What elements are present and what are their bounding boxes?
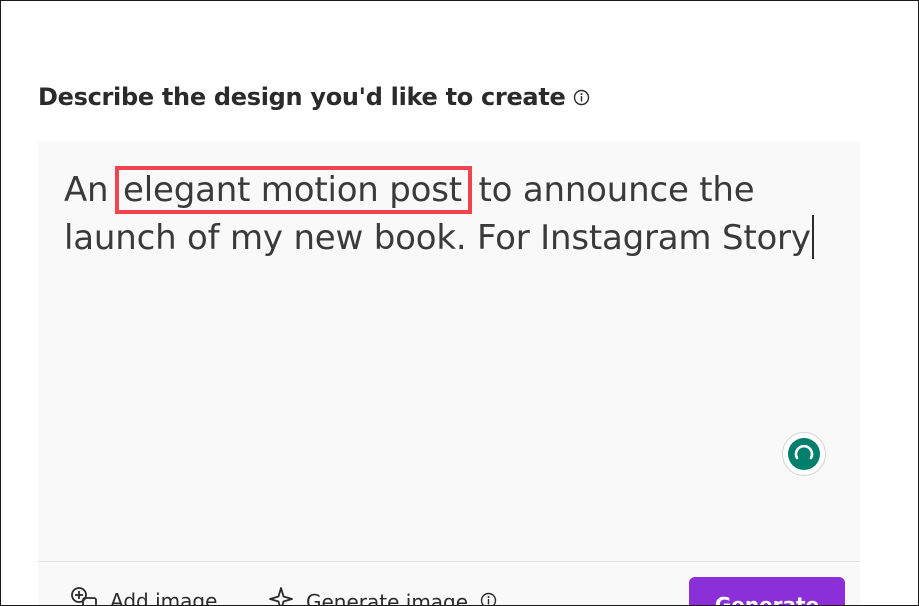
prompt-textarea[interactable]: An elegant motion post to announce the l… — [38, 142, 860, 562]
prompt-text[interactable]: An elegant motion post to announce the l… — [64, 166, 844, 262]
add-image-label: Add image — [110, 588, 218, 606]
generate-image-label: Generate image — [306, 589, 469, 606]
loading-spinner — [782, 432, 826, 476]
prompt-text-before: An — [64, 170, 120, 210]
section-heading: Describe the design you'd like to create — [38, 83, 590, 111]
generate-image-button[interactable]: Generate image — [268, 586, 497, 606]
generate-button-label: Generate — [714, 593, 820, 606]
prompt-toolbar: Add image Generate image Generate — [38, 562, 860, 606]
info-icon[interactable] — [573, 89, 590, 106]
sparkle-icon — [268, 586, 294, 605]
generate-image-info-icon[interactable] — [480, 590, 497, 605]
generate-button[interactable]: Generate — [689, 577, 845, 606]
heading-title: Describe the design you'd like to create — [38, 83, 566, 111]
loading-spinner-icon — [788, 438, 820, 470]
design-prompt-panel: Describe the design you'd like to create… — [0, 0, 919, 606]
add-image-icon — [70, 586, 98, 605]
text-caret — [811, 215, 814, 259]
prompt-highlighted-phrase: elegant motion post — [115, 166, 472, 214]
add-image-button[interactable]: Add image — [70, 586, 218, 606]
